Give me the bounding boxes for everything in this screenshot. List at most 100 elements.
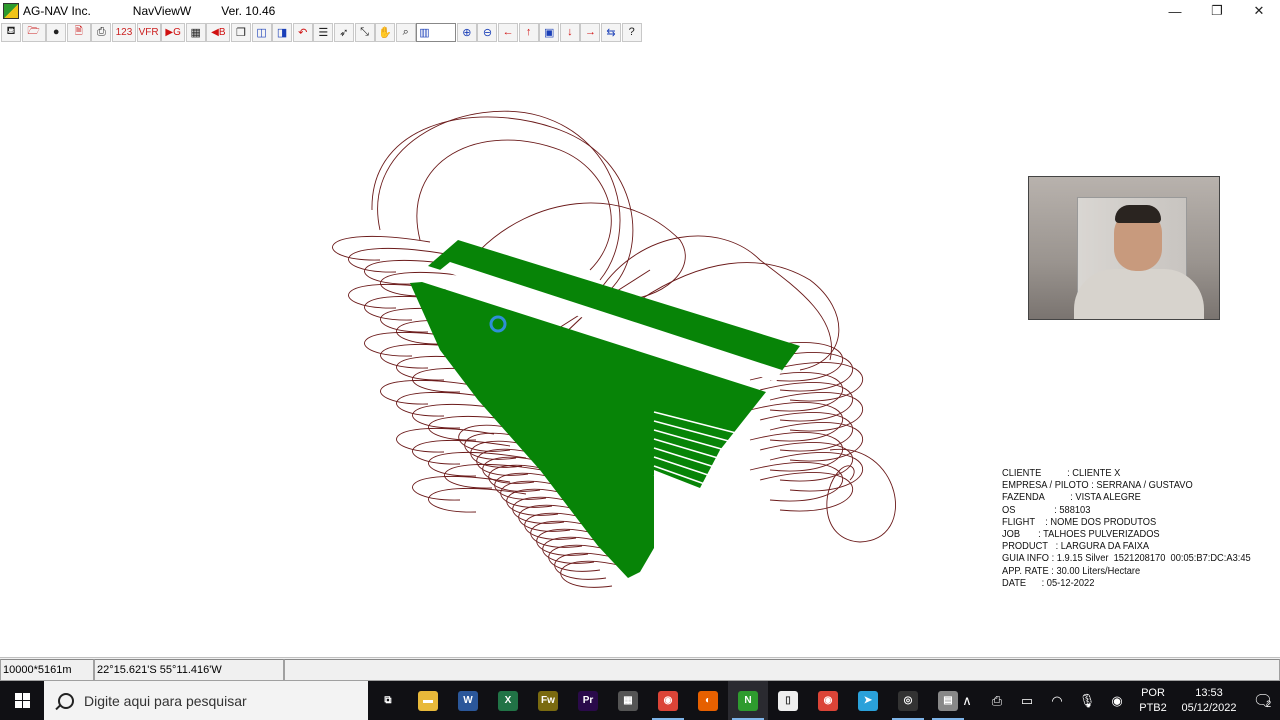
info-row: FAZENDA : VISTA ALEGRE — [1002, 492, 1251, 504]
info-value: : 1.9.15 Silver 1521208170 00:05:B7:DC:A… — [1051, 553, 1251, 565]
zoom-window-icon[interactable]: ⌕ — [395, 22, 416, 42]
restore-button[interactable]: ❐ — [1196, 0, 1238, 22]
taskbar-notepad-button[interactable]: ▯ — [768, 681, 808, 720]
undo-icon[interactable]: ↶ — [292, 22, 313, 42]
agnav-app-icon[interactable] — [3, 3, 19, 19]
info-value: : VISTA ALEGRE — [1070, 492, 1141, 504]
open-folder-icon[interactable]: 🗁 — [21, 22, 46, 42]
flight-track — [749, 462, 843, 502]
exit-icon[interactable]: ⛾ — [1, 22, 21, 42]
app-name: NavViewW — [132, 4, 192, 18]
webcam-overlay — [1028, 176, 1220, 320]
clock[interactable]: 13:53 05/12/2022 — [1174, 686, 1244, 716]
frame-left-icon[interactable]: ◫ — [251, 22, 272, 42]
taskbar-task-view-button[interactable]: ⧉ — [368, 681, 408, 720]
pan-down-icon[interactable]: ↓ — [559, 22, 580, 42]
taskbar-search[interactable]: Digite aqui para pesquisar — [44, 681, 368, 720]
info-row: APP. RATE : 30.00 Liters/Hectare — [1002, 566, 1251, 578]
zoom-in-icon[interactable]: ⊕ — [456, 22, 477, 42]
company-name: AG-NAV Inc. — [23, 4, 91, 18]
info-key: CLIENTE — [1002, 468, 1068, 479]
taskbar-chrome-2-button[interactable]: ◉ — [808, 681, 848, 720]
info-row: CLIENTE : CLIENTE X — [1002, 468, 1251, 480]
list-icon[interactable]: ☰ — [313, 22, 334, 42]
calculator-icon: ▦ — [618, 690, 638, 711]
taskbar-file-explorer-button[interactable]: ▬ — [408, 681, 448, 720]
language-indicator[interactable]: POR PTB2 — [1132, 686, 1174, 716]
info-key: EMPRESA / PILOTO — [1002, 480, 1092, 492]
flight-track — [826, 448, 896, 543]
pages-icon[interactable]: ❐ — [230, 22, 251, 42]
taskbar-obs-button[interactable]: ◎ — [888, 681, 928, 720]
tray-wifi-icon[interactable]: ◠ — [1042, 681, 1072, 720]
taskbar-fireworks-button[interactable]: Fw — [528, 681, 568, 720]
pan-right-icon[interactable]: → — [580, 22, 601, 42]
windows-taskbar: Digite aqui para pesquisar ⧉ ▬ W X Fw Pr ▦ ◉ ◐ N ▯… — [0, 681, 1280, 720]
premiere-icon: Pr — [578, 690, 598, 711]
language-code: POR — [1141, 686, 1165, 699]
fit-view-icon[interactable]: ▣ — [539, 22, 560, 42]
flight-track — [548, 544, 611, 572]
info-value: : CLIENTE X — [1067, 468, 1121, 479]
taskbar-excel-button[interactable]: X — [488, 681, 528, 720]
flight-track — [759, 442, 853, 482]
taskbar-firefox-button[interactable]: ◐ — [688, 681, 728, 720]
resize-icon[interactable]: ⤡ — [354, 22, 375, 42]
print-icon[interactable]: ⎙ — [91, 22, 112, 42]
info-key: DATE — [1002, 577, 1042, 589]
title-bar: AG-NAV Inc. NavViewW Ver. 10.46 — ❐ ✕ — [0, 0, 1280, 22]
document-icon[interactable]: 🗎 — [66, 22, 91, 42]
pointer-icon[interactable]: ➶ — [333, 22, 354, 42]
info-key: PRODUCT — [1002, 541, 1056, 553]
tray-chevron-icon[interactable]: ∧ — [952, 681, 982, 720]
taskbar-word-button[interactable]: W — [448, 681, 488, 720]
numbers-button[interactable]: 123 — [111, 22, 136, 42]
flight-track — [769, 392, 863, 432]
info-value: : 05-12-2022 — [1041, 577, 1095, 589]
frame-right-icon[interactable]: ◨ — [272, 22, 293, 42]
spray-coverage — [410, 240, 800, 578]
help-icon[interactable]: ? — [621, 22, 642, 42]
taskbar-premiere-button[interactable]: Pr — [568, 681, 608, 720]
view-field[interactable]: ▥ — [416, 22, 457, 42]
flight-track — [759, 412, 853, 452]
status-scale: 10000*5161m — [0, 659, 94, 681]
info-value: : SERRANA / GUSTAVO — [1091, 480, 1193, 492]
pan-left-icon[interactable]: ← — [498, 22, 519, 42]
tray-microphone-icon[interactable]: 🎙 — [1072, 681, 1102, 720]
close-button[interactable]: ✕ — [1238, 0, 1280, 22]
hand-icon[interactable]: ✋ — [375, 22, 396, 42]
chrome-icon: ◉ — [658, 690, 678, 711]
task-view-icon: ⧉ — [384, 695, 392, 706]
tray-printer-icon[interactable]: ⎙ — [982, 681, 1012, 720]
flight-track — [759, 472, 853, 512]
taskbar-calculator-button[interactable]: ▦ — [608, 681, 648, 720]
info-key: GUIA INFO — [1002, 553, 1052, 565]
status-coordinates: 22°15.621'S 55°11.416'W — [94, 659, 284, 681]
search-placeholder: Digite aqui para pesquisar — [84, 692, 247, 709]
navview-window: AG-NAV Inc. NavViewW Ver. 10.46 — ❐ ✕ ⛾ 🗁… — [0, 0, 1280, 720]
notification-center-button[interactable]: 🗨 2 — [1244, 691, 1280, 711]
taskbar-apps: ⧉ ▬ W X Fw Pr ▦ ◉ ◐ N ▯ ◉ ➤ ◎ ▤ — [368, 681, 968, 720]
globe-icon[interactable]: ● — [46, 22, 67, 42]
swap-icon[interactable]: ⇆ — [601, 22, 622, 42]
fireworks-icon: Fw — [538, 690, 558, 711]
info-row: FLIGHT : NOME DOS PRODUTOS — [1002, 517, 1251, 529]
grid-icon[interactable]: ▦ — [185, 22, 206, 42]
arrow-left-b-icon[interactable]: ◀B — [206, 22, 231, 42]
arrow-right-g-icon[interactable]: ▶G — [161, 22, 186, 42]
taskbar-telegram-button[interactable]: ➤ — [848, 681, 888, 720]
tray-battery-icon[interactable]: ▭ — [1012, 681, 1042, 720]
start-button[interactable] — [0, 681, 44, 720]
zoom-out-icon[interactable]: ⊖ — [477, 22, 498, 42]
tray-record-icon[interactable]: ◉ — [1102, 681, 1132, 720]
pan-up-icon[interactable]: ↑ — [518, 22, 539, 42]
taskbar-chrome-button[interactable]: ◉ — [648, 681, 688, 720]
search-icon — [58, 692, 74, 709]
minimize-button[interactable]: — — [1154, 0, 1196, 22]
taskbar-navviewer-button[interactable]: N — [728, 681, 768, 720]
navviewer-icon: N — [738, 690, 758, 711]
vfr-button[interactable]: VFR — [136, 22, 161, 42]
info-row: GUIA INFO : 1.9.15 Silver 1521208170 00:… — [1002, 553, 1251, 565]
clock-time: 13:53 — [1195, 686, 1223, 699]
